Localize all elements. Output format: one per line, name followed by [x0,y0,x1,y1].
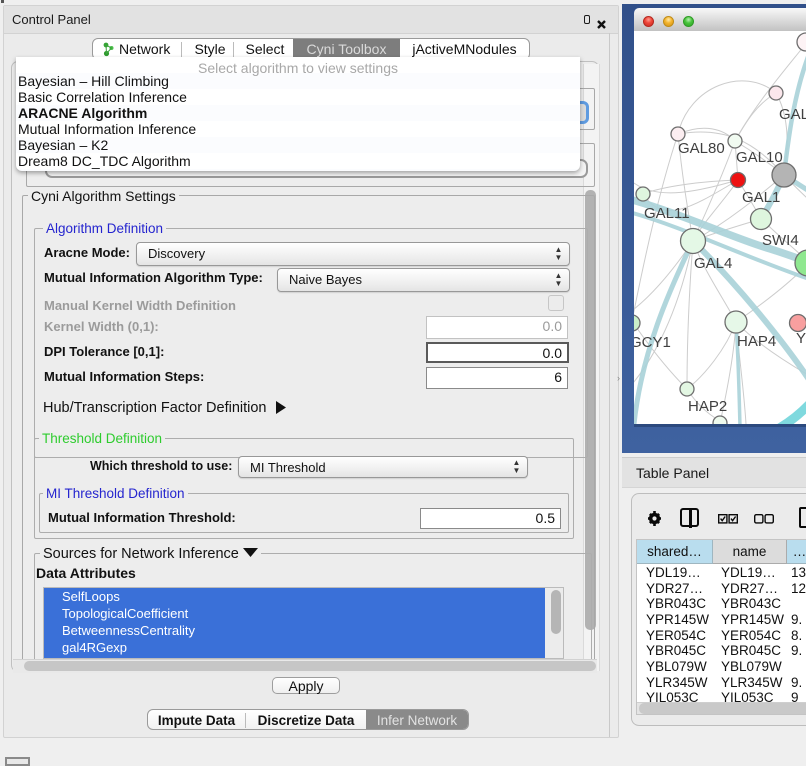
svg-text:GAL10: GAL10 [736,149,783,166]
svg-text:GAL11: GAL11 [644,205,690,222]
svg-text:HAP2: HAP2 [688,398,727,415]
svg-text:SWI4: SWI4 [762,232,799,249]
svg-text:GAL80: GAL80 [678,140,725,157]
svg-text:GCY1: GCY1 [634,334,671,351]
svg-text:GAL1: GAL1 [742,189,780,206]
svg-text:GAL4: GAL4 [694,255,732,272]
svg-text:GAL: GAL [779,106,806,123]
svg-text:Y: Y [796,330,806,347]
svg-text:HAP4: HAP4 [737,333,776,350]
